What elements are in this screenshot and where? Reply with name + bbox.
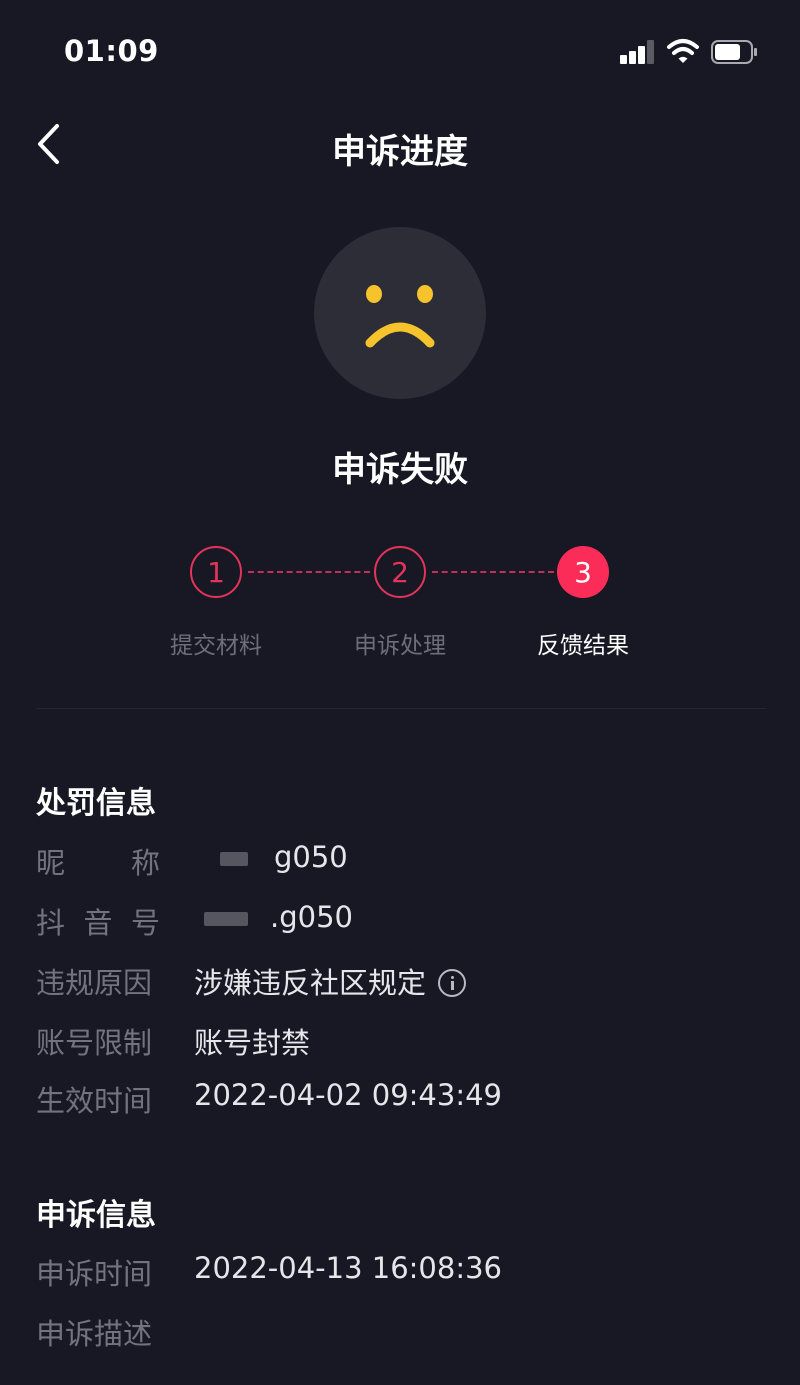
effective-time-value: 2022-04-02 09:43:49 (194, 1078, 502, 1112)
step-connector (248, 571, 370, 573)
progress-steps: 1 2 3 提交材料 申诉处理 反馈结果 (0, 540, 800, 670)
effective-time-row: 生效时间 2022-04-02 09:43:49 (36, 1078, 776, 1118)
step-3-circle: 3 (557, 546, 609, 598)
battery-icon (711, 40, 757, 64)
cellular-signal-icon (620, 40, 656, 64)
douyin-id-row: 抖 音 号 .g050 (36, 900, 776, 940)
appeal-time-label: 申诉时间 (36, 1257, 153, 1291)
step-3-label: 反馈结果 (537, 633, 629, 659)
status-time: 01:09 (64, 34, 159, 68)
restriction-label: 账号限制 (36, 1026, 153, 1060)
penalty-section-title: 处罚信息 (36, 786, 156, 821)
step-1-label: 提交材料 (170, 633, 262, 659)
effective-time-label: 生效时间 (36, 1084, 153, 1118)
appeal-description-row: 申诉描述 (36, 1311, 776, 1351)
wifi-icon (667, 39, 699, 63)
restriction-value: 账号封禁 (194, 1026, 311, 1060)
appeal-time-row: 申诉时间 2022-04-13 16:08:36 (36, 1251, 776, 1291)
step-1-circle: 1 (190, 546, 242, 598)
appeal-description-label: 申诉描述 (36, 1317, 153, 1351)
status-bar: 01:09 (0, 0, 800, 100)
restriction-row: 账号限制 账号封禁 (36, 1020, 776, 1060)
reason-label: 违规原因 (36, 966, 153, 1000)
douyin-id-label: 抖 音 号 (36, 906, 160, 940)
nickname-row: 昵 称 g050 (36, 840, 776, 880)
step-2-label: 申诉处理 (354, 633, 446, 659)
nickname-value: g050 (194, 840, 348, 874)
page-title: 申诉进度 (332, 132, 468, 172)
result-title: 申诉失败 (332, 450, 468, 490)
appeal-time-value: 2022-04-13 16:08:36 (194, 1251, 502, 1285)
info-icon[interactable] (438, 969, 467, 997)
step-connector (432, 571, 554, 573)
reason-value: 涉嫌违反社区规定 (194, 960, 467, 1002)
reason-row: 违规原因 涉嫌违反社区规定 (36, 960, 776, 1000)
nav-bar: 申诉进度 (0, 110, 800, 180)
douyin-id-value: .g050 (194, 900, 353, 934)
divider (36, 708, 766, 709)
nickname-label: 昵 称 (36, 846, 160, 880)
step-2-circle: 2 (374, 546, 426, 598)
redacted-block (204, 912, 248, 926)
sad-face-icon (314, 227, 486, 399)
redacted-block (220, 852, 248, 866)
appeal-section-title: 申诉信息 (36, 1198, 156, 1233)
